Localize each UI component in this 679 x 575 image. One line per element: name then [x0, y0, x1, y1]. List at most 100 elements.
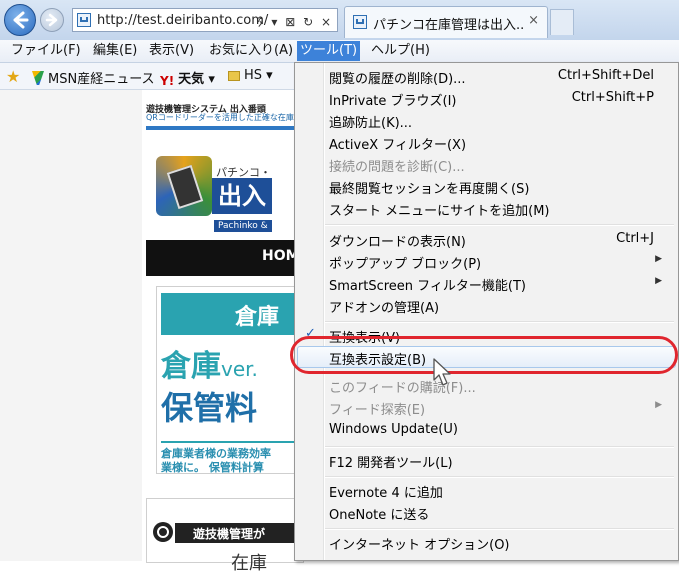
check-icon: ✓: [305, 326, 316, 341]
menu-item-label: ポップアップ ブロック(P): [329, 257, 482, 272]
menu-item-shortcut: Ctrl+J: [616, 231, 654, 246]
menu-item-label: インターネット オプション(O): [329, 538, 510, 553]
menu-item-compat-settings[interactable]: 互換表示設定(B): [297, 346, 676, 368]
menu-item-f12-tools[interactable]: F12 開発者ツール(L): [297, 449, 676, 471]
menu-bar: ファイル(F) 編集(E) 表示(V) お気に入り(A) ツール(T) ヘルプ(…: [0, 40, 679, 63]
menu-view[interactable]: 表示(V): [146, 42, 197, 60]
tab-favicon-icon: [353, 15, 367, 29]
menu-item-label: 追跡防止(K)...: [329, 116, 413, 131]
favorite-weather[interactable]: Y! 天気 ▾: [160, 68, 215, 88]
menu-item-label: InPrivate ブラウズ(I): [329, 94, 457, 109]
banner-header: 倉庫: [161, 293, 303, 335]
logo-big-text: 出入: [212, 178, 272, 214]
management-banner-title: 遊技機管理が: [193, 527, 266, 541]
menu-separator: [325, 446, 674, 448]
menu-item-label: OneNote に送る: [329, 508, 430, 523]
new-tab-button[interactable]: [550, 9, 574, 35]
menu-item-compat-view[interactable]: ✓ 互換表示(V): [297, 324, 676, 346]
menu-item-label: Evernote 4 に追加: [329, 486, 443, 501]
banner-rule: [161, 441, 303, 443]
menu-separator: [325, 224, 674, 226]
menu-item-label: ダウンロードの表示(N): [329, 235, 466, 250]
banner-line1-text: 倉庫: [161, 349, 221, 384]
menu-item-windows-update[interactable]: Windows Update(U): [297, 419, 676, 441]
menu-item-shortcut: Ctrl+Shift+P: [571, 90, 654, 105]
menu-item-label: 互換表示設定(B): [329, 353, 427, 368]
browser-tab[interactable]: パチンコ在庫管理は出入... ×: [344, 6, 548, 38]
menu-item-diagnose: 接続の問題を診断(C)...: [297, 153, 676, 175]
menu-tools[interactable]: ツール(T): [297, 41, 361, 61]
yahoo-icon: Y!: [160, 74, 175, 88]
menu-item-downloads[interactable]: ダウンロードの表示(N) Ctrl+J: [297, 228, 676, 250]
forward-arrow-icon: [45, 13, 58, 27]
banner-line1: 倉庫ver.: [161, 341, 258, 385]
favorite-hs[interactable]: HS ▾: [228, 68, 273, 83]
menu-item-feed-discovery: フィード探索(E) ▶: [297, 396, 676, 418]
menu-item-tracking-protection[interactable]: 追跡防止(K)...: [297, 109, 676, 131]
chevron-down-icon: ▾: [266, 68, 273, 83]
site-nav: HOM: [146, 240, 302, 276]
menu-item-label: ActiveX フィルター(X): [329, 138, 467, 153]
management-banner[interactable]: 遊技機管理が 在庫: [146, 498, 304, 574]
menu-item-label: フィード探索(E): [329, 403, 426, 418]
logo-en-text: Pachinko &: [214, 220, 272, 232]
submenu-arrow-icon: ▶: [655, 254, 662, 264]
site-favicon-icon: [77, 13, 91, 27]
menu-item-label: 閲覧の履歴の削除(D)...: [329, 72, 466, 87]
menu-edit[interactable]: 編集(E): [90, 42, 140, 60]
site-header-subtitle: QRコードリーダーを活用した正確な在庫: [146, 113, 294, 122]
mouse-cursor-icon: [433, 358, 451, 386]
logo-emblem-icon: [156, 156, 212, 216]
menu-file[interactable]: ファイル(F): [8, 42, 84, 60]
menu-item-delete-history[interactable]: 閲覧の履歴の削除(D)... Ctrl+Shift+Del: [297, 65, 676, 87]
menu-item-smartscreen[interactable]: SmartScreen フィルター機能(T) ▶: [297, 272, 676, 294]
banner-line2: 保管料: [161, 389, 258, 427]
menu-item-label: 接続の問題を診断(C)...: [329, 160, 465, 175]
menu-item-shortcut: Ctrl+Shift+Del: [557, 68, 654, 83]
favorite-msn[interactable]: MSN産経ニュース: [32, 68, 155, 87]
menu-item-reopen-session[interactable]: 最終閲覧セッションを再度開く(S): [297, 175, 676, 197]
favorites-star-icon[interactable]: ★: [6, 67, 20, 86]
menu-help[interactable]: ヘルプ(H): [368, 42, 433, 60]
menu-separator: [325, 476, 674, 478]
menu-item-evernote[interactable]: Evernote 4 に追加: [297, 479, 676, 501]
folder-icon: [228, 71, 240, 81]
menu-item-add-to-start[interactable]: スタート メニューにサイトを追加(M): [297, 197, 676, 219]
msn-icon: [32, 71, 44, 85]
browser-toolbar: http://test.deiribanto.com/ ﾀ ▾ ⊠ ↻ × パチ…: [0, 0, 679, 41]
address-bar-icons[interactable]: ﾀ ▾ ⊠ ↻ ×: [258, 13, 333, 30]
menu-item-label: F12 開発者ツール(L): [329, 456, 453, 471]
menu-item-label: アドオンの管理(A): [329, 301, 440, 316]
tools-menu: 閲覧の履歴の削除(D)... Ctrl+Shift+Del InPrivate …: [294, 62, 679, 561]
back-button[interactable]: [4, 4, 36, 36]
site-logo[interactable]: パチンコ・ 出入 Pachinko &: [146, 148, 302, 240]
menu-item-popup-blocker[interactable]: ポップアップ ブロック(P) ▶: [297, 250, 676, 272]
tab-title: パチンコ在庫管理は出入...: [373, 18, 523, 33]
banner-line1-suffix: ver.: [221, 357, 258, 381]
submenu-arrow-icon: ▶: [655, 400, 662, 410]
favorite-msn-label: MSN産経ニュース: [48, 72, 155, 87]
menu-separator: [325, 321, 674, 323]
banner-header-text: 倉庫: [235, 305, 280, 330]
tab-close-icon[interactable]: ×: [528, 13, 539, 28]
menu-item-activex-filter[interactable]: ActiveX フィルター(X): [297, 131, 676, 153]
address-bar[interactable]: http://test.deiribanto.com/ ﾀ ▾ ⊠ ↻ ×: [72, 8, 338, 32]
menu-item-inprivate[interactable]: InPrivate ブラウズ(I) Ctrl+Shift+P: [297, 87, 676, 109]
menu-item-label: スタート メニューにサイトを追加(M): [329, 204, 550, 219]
menu-item-label: 互換表示(V): [329, 331, 401, 346]
clock-icon: [157, 526, 169, 538]
header-rule: [146, 126, 302, 130]
management-banner-text: 在庫: [231, 553, 267, 574]
menu-separator: [325, 528, 674, 530]
favorite-hs-label: HS: [244, 68, 263, 83]
menu-favorites[interactable]: お気に入り(A): [206, 42, 296, 60]
address-url[interactable]: http://test.deiribanto.com/: [97, 13, 268, 28]
favorite-weather-label: 天気: [178, 72, 205, 87]
menu-item-onenote[interactable]: OneNote に送る: [297, 501, 676, 523]
warehouse-banner[interactable]: 倉庫 倉庫ver. 保管料 倉庫業者様の業務効率 業様に。 保管料計算: [156, 286, 304, 474]
forward-button[interactable]: [40, 8, 64, 32]
menu-item-internet-options[interactable]: インターネット オプション(O): [297, 531, 676, 553]
submenu-arrow-icon: ▶: [655, 276, 662, 286]
menu-item-label: 最終閲覧セッションを再度開く(S): [329, 182, 530, 197]
menu-item-manage-addons[interactable]: アドオンの管理(A): [297, 294, 676, 316]
